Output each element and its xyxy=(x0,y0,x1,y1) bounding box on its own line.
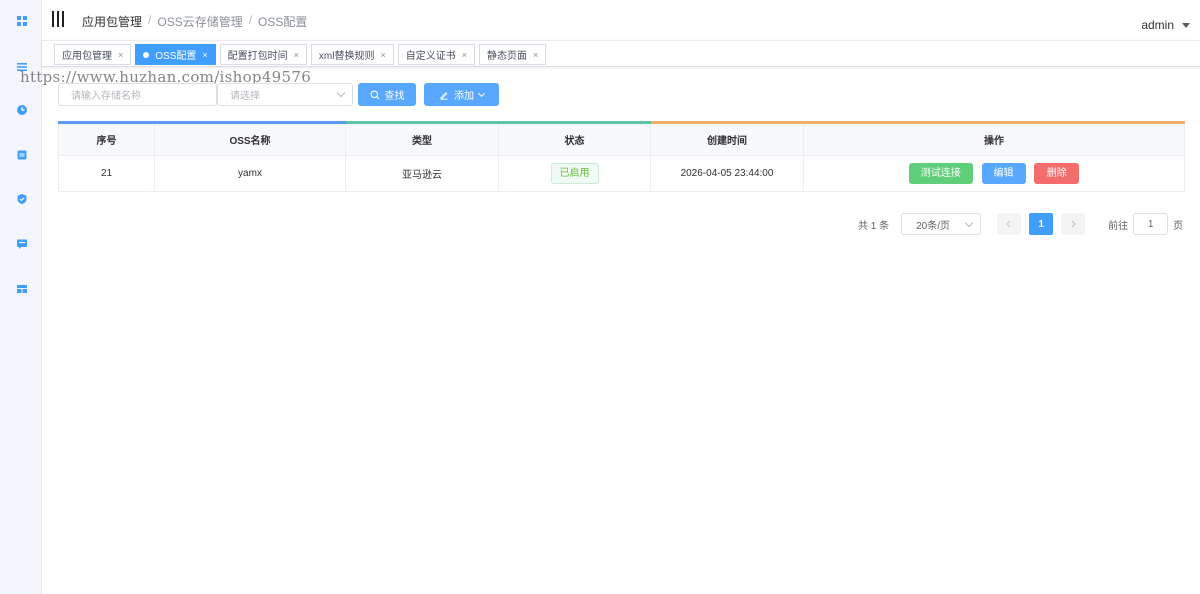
table-row: 21 yamx 亚马逊云 已启用 2026-04-05 23:44:00 测试连… xyxy=(58,155,1185,192)
goto-label: 前往 xyxy=(1108,220,1129,232)
page-size-value: 20条/页 xyxy=(916,220,951,232)
cell-id: 21 xyxy=(58,155,155,192)
tab-static-page[interactable]: 静态页面 × xyxy=(479,44,547,65)
breadcrumb: 应用包管理 / OSS云存储管理 / OSS配置 xyxy=(82,13,307,30)
test-connection-button[interactable]: 测试连接 xyxy=(908,163,973,184)
breadcrumb-item: OSS配置 xyxy=(258,15,308,29)
next-page-button[interactable] xyxy=(1061,213,1086,235)
chevron-left-icon xyxy=(1006,220,1011,228)
breadcrumb-separator: / xyxy=(148,13,152,27)
select-placeholder: 请选择 xyxy=(230,91,260,102)
add-button-label: 添加 xyxy=(454,91,474,102)
search-button[interactable]: 查找 xyxy=(358,83,416,106)
page-suffix: 页 xyxy=(1173,220,1184,232)
prev-page-button[interactable] xyxy=(997,213,1022,235)
close-icon[interactable]: × xyxy=(380,50,385,60)
column-header: 操作 xyxy=(803,121,1185,156)
filter-bar: 请输入存储名称 请选择 查找 添加 xyxy=(58,83,499,106)
add-button[interactable]: 添加 xyxy=(424,83,499,106)
breadcrumb-separator: / xyxy=(248,13,253,27)
user-menu[interactable]: admin xyxy=(1141,18,1190,32)
shield-icon[interactable] xyxy=(16,193,28,205)
chevron-down-icon xyxy=(964,218,974,227)
tab-xml-rules[interactable]: xml替换规则 × xyxy=(310,44,394,65)
storage-name-input[interactable]: 请输入存储名称 xyxy=(58,83,217,106)
chevron-down-icon xyxy=(477,89,486,97)
top-bar: 应用包管理 / OSS云存储管理 / OSS配置 admin xyxy=(42,0,1200,40)
comment-icon[interactable] xyxy=(16,238,28,250)
column-header: 序号 xyxy=(58,121,155,156)
goto-page-input[interactable]: 1 xyxy=(1133,213,1169,235)
edit-icon xyxy=(440,91,448,100)
tab-app-package[interactable]: 应用包管理 × xyxy=(54,44,132,65)
layout-icon[interactable] xyxy=(16,283,28,295)
column-header: OSS名称 xyxy=(154,121,346,156)
breadcrumb-item[interactable]: OSS云存储管理 xyxy=(157,13,242,30)
cell-actions: 测试连接 编辑 删除 xyxy=(803,155,1185,192)
tab-oss-config[interactable]: OSS配置 × xyxy=(135,44,216,65)
goto-page: 前往 1 页 xyxy=(1108,213,1183,235)
tab-label: 应用包管理 xyxy=(62,51,112,62)
search-button-label: 查找 xyxy=(384,91,405,102)
cell-name: yamx xyxy=(154,155,346,192)
clock-icon[interactable] xyxy=(16,104,28,116)
caret-down-icon xyxy=(1182,22,1190,28)
tags-view: 应用包管理 × OSS配置 × 配置打包时间 × xml替换规则 × 自定义证书… xyxy=(42,40,1200,67)
page-number[interactable]: 1 xyxy=(1029,213,1054,235)
type-select[interactable]: 请选择 xyxy=(217,83,353,106)
column-header: 类型 xyxy=(345,121,499,156)
edit-button[interactable]: 编辑 xyxy=(981,163,1026,184)
search-icon xyxy=(370,90,379,99)
tab-label: xml替换规则 xyxy=(318,51,375,62)
tab-label: 自定义证书 xyxy=(405,51,456,62)
menu-toggle-icon[interactable] xyxy=(52,11,66,27)
tab-label: 静态页面 xyxy=(487,51,528,62)
tab-label: OSS配置 xyxy=(155,51,197,62)
column-header: 状态 xyxy=(498,121,651,156)
oss-table: 序号 OSS名称 类型 状态 创建时间 操作 21 yamx 亚马逊云 已启用 … xyxy=(58,121,1185,192)
chevron-down-icon xyxy=(336,88,346,98)
card-icon[interactable] xyxy=(16,149,28,161)
dashboard-icon[interactable] xyxy=(16,15,28,27)
breadcrumb-item[interactable]: 应用包管理 xyxy=(82,13,142,30)
active-dot-icon xyxy=(143,51,150,58)
total-count: 共 1 条 xyxy=(858,220,890,232)
tab-custom-cert[interactable]: 自定义证书 × xyxy=(397,44,476,65)
close-icon[interactable]: × xyxy=(294,50,299,60)
column-header: 创建时间 xyxy=(650,121,804,156)
page-size-select[interactable]: 20条/页 xyxy=(901,213,982,235)
cell-type: 亚马逊云 xyxy=(345,155,499,192)
close-icon[interactable]: × xyxy=(202,50,207,60)
close-icon[interactable]: × xyxy=(118,50,123,60)
close-icon[interactable]: × xyxy=(462,50,467,60)
username: admin xyxy=(1141,18,1174,32)
cell-status: 已启用 xyxy=(498,155,651,192)
pagination: 共 1 条 20条/页 1 前往 1 页 xyxy=(858,213,1183,235)
tab-label: 配置打包时间 xyxy=(227,51,288,62)
table-header-row: 序号 OSS名称 类型 状态 创建时间 操作 xyxy=(58,121,1185,156)
sidebar xyxy=(0,0,42,594)
delete-button[interactable]: 删除 xyxy=(1034,163,1080,184)
cell-created: 2026-04-05 23:44:00 xyxy=(650,155,804,192)
tab-pack-time[interactable]: 配置打包时间 × xyxy=(219,44,307,65)
status-badge: 已启用 xyxy=(550,163,599,184)
close-icon[interactable]: × xyxy=(533,50,538,60)
chevron-right-icon xyxy=(1071,220,1076,228)
